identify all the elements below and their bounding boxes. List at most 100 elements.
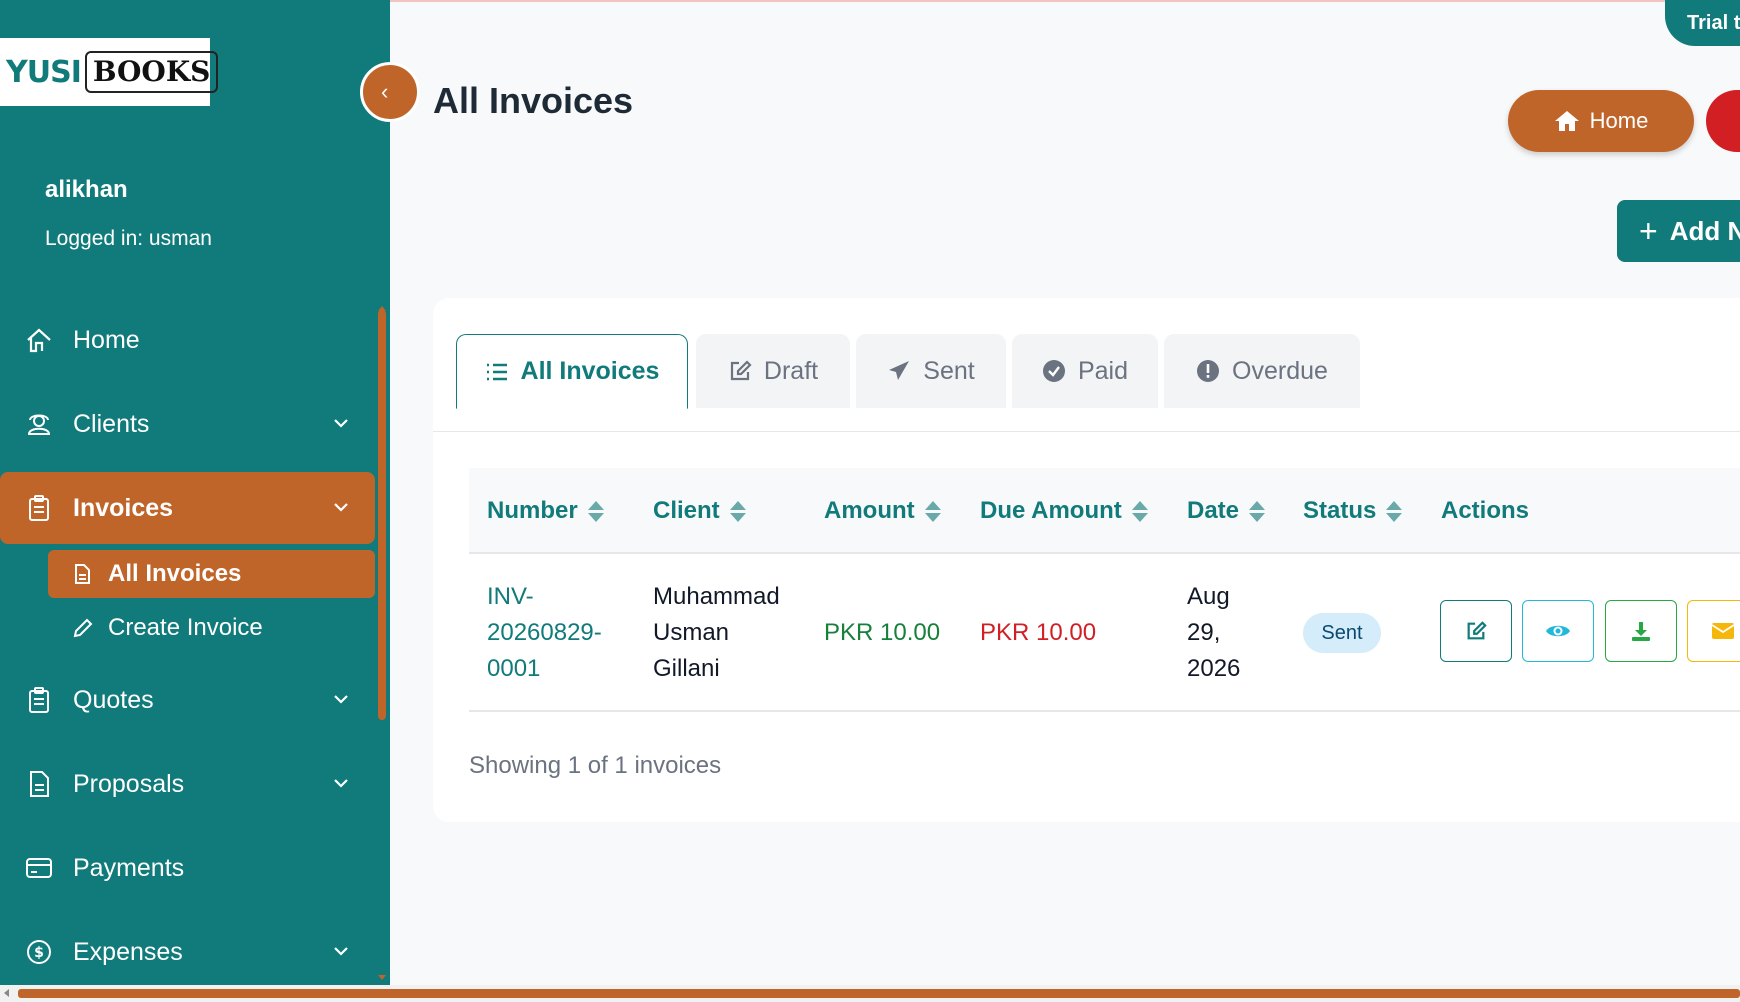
dollar-circle-icon: $ — [25, 938, 53, 966]
clients-icon — [25, 410, 53, 438]
column-header-amount[interactable]: Amount — [824, 468, 941, 554]
eye-icon — [1546, 625, 1570, 637]
invoices-card: All Invoices Draft Sent Paid Overdue Num… — [433, 298, 1740, 822]
sidebar-item-home[interactable]: Home — [0, 304, 375, 376]
sidebar-subitem-create-invoice[interactable]: Create Invoice — [48, 604, 375, 652]
sidebar-item-quotes[interactable]: Quotes — [0, 664, 375, 736]
tab-overdue[interactable]: Overdue — [1164, 334, 1360, 408]
plus-icon: + — [1639, 212, 1658, 249]
download-invoice-button[interactable] — [1605, 600, 1677, 662]
column-label: Date — [1187, 497, 1240, 524]
tab-label: Draft — [763, 356, 819, 385]
horizontal-scrollbar-thumb[interactable] — [18, 989, 1740, 998]
client-name-line: Usman — [653, 619, 730, 646]
column-header-status[interactable]: Status — [1303, 468, 1403, 554]
tab-label: All Invoices — [520, 357, 660, 385]
pencil-icon — [72, 617, 94, 639]
document-icon — [25, 770, 53, 798]
table-header: Number Client Amount Due Amount Date Sta… — [469, 468, 1740, 554]
edit-invoice-button[interactable] — [1440, 600, 1512, 662]
download-icon — [1632, 622, 1650, 641]
column-label: Due Amount — [980, 497, 1122, 524]
logout-button[interactable] — [1706, 90, 1740, 152]
sidebar-item-proposals[interactable]: Proposals — [0, 748, 375, 820]
sort-icon — [1386, 500, 1403, 522]
logo-text-left: YUSI — [6, 54, 82, 90]
envelope-icon — [1711, 623, 1735, 639]
sidebar-subitem-label: All Invoices — [108, 560, 242, 587]
svg-text:$: $ — [34, 945, 44, 961]
edit-icon — [728, 359, 752, 383]
scroll-left-arrow[interactable] — [4, 989, 9, 997]
view-invoice-button[interactable] — [1522, 600, 1594, 662]
tab-label: Overdue — [1232, 356, 1328, 385]
date-line: Aug — [1187, 583, 1230, 610]
home-icon — [1554, 111, 1579, 131]
logo-text-right: BOOKS — [84, 51, 219, 93]
sidebar-scroll-down-arrow[interactable] — [378, 975, 386, 980]
paper-plane-icon — [887, 359, 911, 383]
invoice-number-line: INV- — [487, 583, 534, 610]
home-button-label: Home — [1589, 108, 1649, 133]
date-line: 29, — [1187, 619, 1221, 646]
edit-icon — [1467, 621, 1487, 640]
invoice-number-link[interactable]: INV- 20260829- 0001 — [487, 579, 637, 687]
horizontal-scrollbar[interactable] — [0, 985, 1740, 1002]
status-badge: Sent — [1303, 613, 1381, 653]
invoice-number-line: 0001 — [487, 655, 541, 682]
chevron-down-icon — [334, 503, 348, 512]
client-name-line: Gillani — [653, 655, 720, 682]
clipboard-icon — [25, 494, 53, 522]
sidebar-item-expenses[interactable]: $ Expenses — [0, 916, 375, 988]
add-invoice-button[interactable]: + Add N — [1617, 200, 1740, 262]
sort-icon — [924, 500, 941, 522]
sidebar-subitem-all-invoices[interactable]: All Invoices — [48, 550, 375, 598]
tab-sent[interactable]: Sent — [856, 334, 1006, 408]
sidebar-scrollbar[interactable] — [378, 310, 386, 720]
sidebar-item-clients[interactable]: Clients — [0, 388, 375, 460]
chevron-down-icon — [334, 947, 348, 956]
status-tabs: All Invoices Draft Sent Paid Overdue — [433, 298, 1740, 432]
brand-logo[interactable]: YUSI BOOKS — [0, 38, 219, 106]
client-name-line: Muhammad — [653, 583, 780, 610]
invoice-number-line: 20260829- — [487, 619, 602, 646]
chevron-down-icon — [334, 695, 348, 704]
pagination-summary: Showing 1 of 1 invoices — [469, 752, 722, 779]
sidebar-collapse-button[interactable]: ‹ — [360, 62, 420, 122]
chevron-down-icon — [334, 419, 348, 428]
sidebar-item-label: Clients — [73, 409, 150, 438]
file-icon — [72, 563, 94, 585]
page-title: All Invoices — [433, 80, 634, 121]
sidebar-item-label: Expenses — [73, 937, 183, 966]
email-invoice-button[interactable] — [1687, 600, 1740, 662]
column-header-number[interactable]: Number — [487, 468, 604, 554]
sidebar-item-label: Proposals — [73, 769, 185, 798]
sidebar-item-label: Home — [73, 325, 140, 354]
column-label: Amount — [824, 497, 915, 524]
sidebar-item-invoices[interactable]: Invoices — [0, 472, 375, 544]
logged-in-label: Logged in: usman — [45, 227, 212, 250]
column-header-actions: Actions — [1441, 468, 1529, 554]
table-row: INV- 20260829- 0001 Muhammad Usman Gilla… — [469, 554, 1740, 712]
column-header-client[interactable]: Client — [653, 468, 746, 554]
date-line: 2026 — [1187, 655, 1241, 682]
tab-label: Paid — [1077, 356, 1129, 385]
tab-all-invoices[interactable]: All Invoices — [456, 334, 688, 409]
sidebar: YUSI BOOKS alikhan Logged in: usman Home… — [0, 0, 390, 985]
chevron-down-icon — [334, 779, 348, 788]
column-header-date[interactable]: Date — [1187, 468, 1266, 554]
column-label: Number — [487, 497, 578, 524]
invoice-date: Aug 29, 2026 — [1187, 579, 1277, 687]
sidebar-item-payments[interactable]: Payments — [0, 832, 375, 904]
tab-paid[interactable]: Paid — [1012, 334, 1158, 408]
sort-icon — [587, 500, 604, 522]
tab-label: Sent — [923, 356, 975, 385]
column-header-due-amount[interactable]: Due Amount — [980, 468, 1148, 554]
add-button-label: Add N — [1669, 215, 1740, 246]
sort-icon — [1131, 500, 1148, 522]
trial-badge[interactable]: Trial t — [1665, 0, 1740, 46]
tab-draft[interactable]: Draft — [696, 334, 850, 408]
home-button[interactable]: Home — [1508, 90, 1694, 152]
check-circle-icon — [1042, 359, 1066, 383]
column-label: Status — [1303, 497, 1377, 524]
